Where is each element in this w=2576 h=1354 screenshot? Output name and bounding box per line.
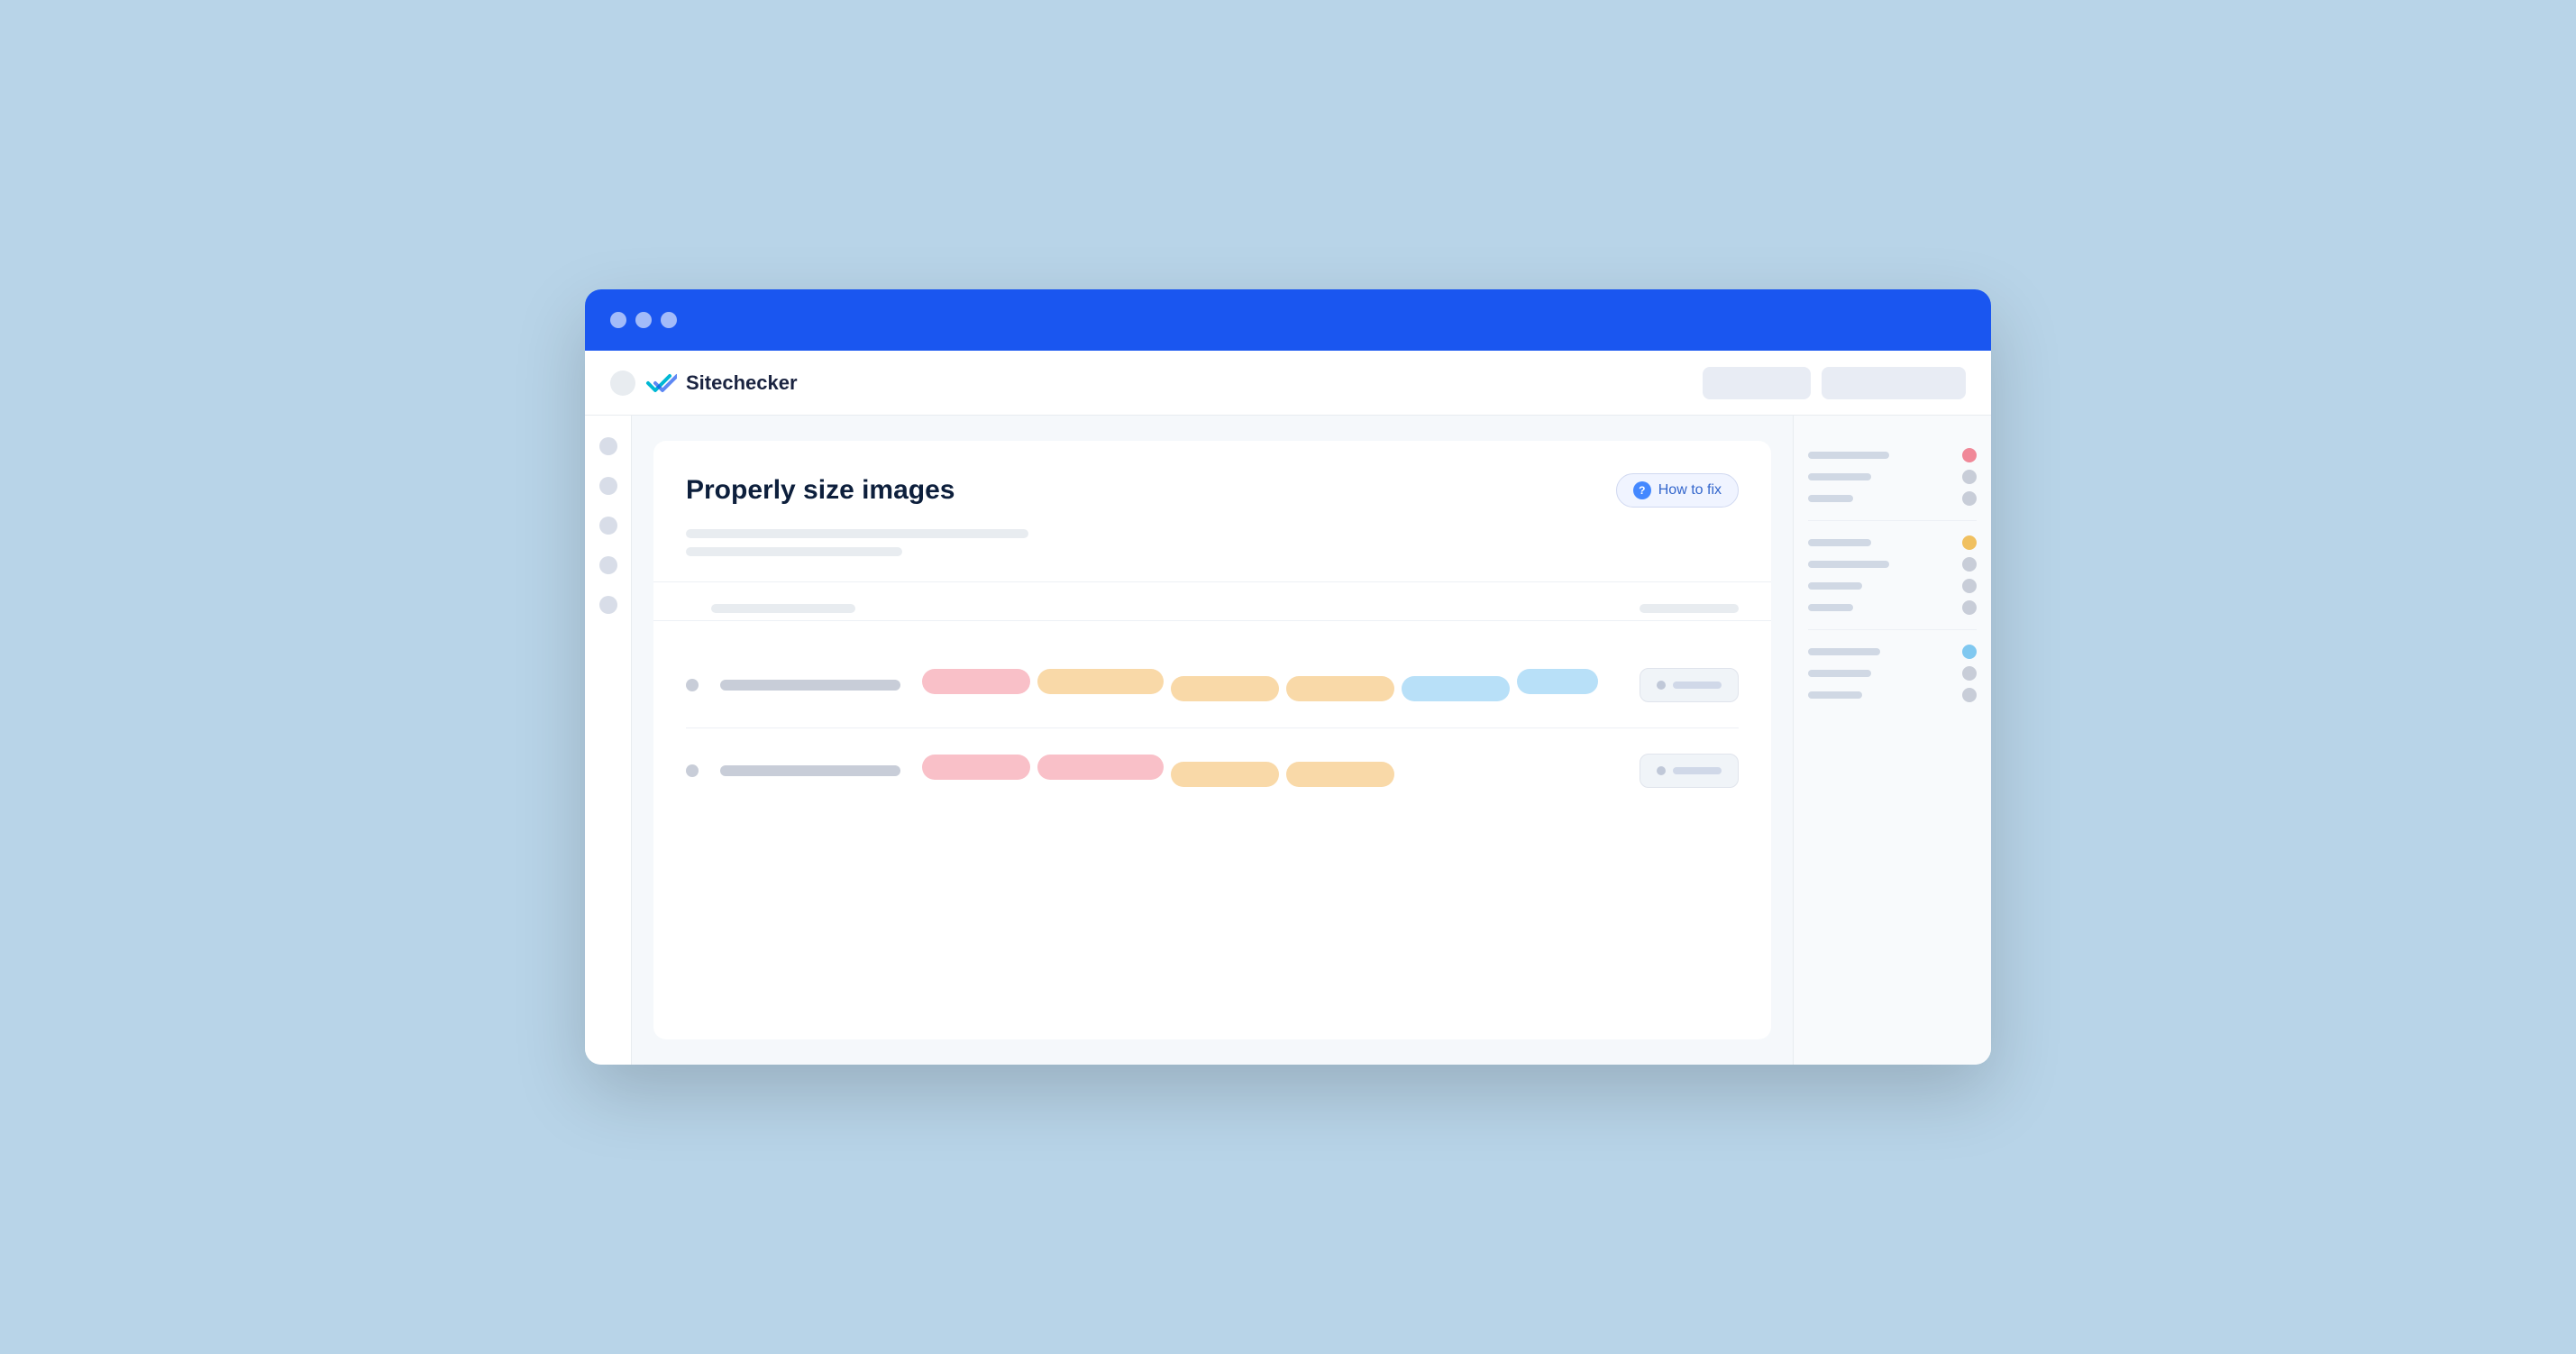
browser-window: Sitechecker Properl	[585, 289, 1991, 1065]
right-item	[1808, 579, 1977, 593]
toolbar-button-2[interactable]	[1822, 367, 1966, 399]
right-bar	[1808, 582, 1862, 590]
divider-2	[653, 620, 1771, 621]
meta-line-1	[686, 529, 1028, 538]
logo-check	[644, 371, 677, 396]
right-item	[1808, 470, 1977, 484]
toolbar-buttons	[1703, 367, 1966, 399]
right-bar	[1808, 604, 1853, 611]
right-dot-blue	[1962, 645, 1977, 659]
question-icon: ?	[1633, 481, 1651, 499]
right-bar	[1808, 452, 1889, 459]
row-tags-2	[922, 755, 1618, 787]
right-section-3	[1808, 630, 1977, 717]
toolbar-button-1[interactable]	[1703, 367, 1811, 399]
right-item	[1808, 645, 1977, 659]
tag-orange-3	[1286, 676, 1394, 701]
browser-content: Sitechecker Properl	[585, 351, 1991, 1065]
main-card: Properly size images ? How to fix	[653, 441, 1771, 1039]
card-header: Properly size images ? How to fix	[686, 473, 1739, 508]
right-bar	[1808, 691, 1862, 699]
right-bar	[1808, 670, 1871, 677]
right-item	[1808, 688, 1977, 702]
table-row	[686, 643, 1739, 728]
traffic-light-maximize[interactable]	[661, 312, 677, 328]
right-item	[1808, 535, 1977, 550]
tag-pink-1	[922, 669, 1030, 694]
tag-orange-5	[1286, 762, 1394, 787]
right-item	[1808, 448, 1977, 462]
right-bar	[1808, 539, 1871, 546]
right-section-1	[1808, 434, 1977, 521]
right-item	[1808, 600, 1977, 615]
right-bar	[1808, 495, 1853, 502]
right-section-2	[1808, 521, 1977, 630]
right-panel	[1793, 416, 1991, 1065]
tag-pink-2	[922, 755, 1030, 780]
meta-lines	[686, 529, 1739, 556]
right-dot-gray	[1962, 557, 1977, 572]
right-item	[1808, 557, 1977, 572]
right-bar	[1808, 561, 1889, 568]
action-bar-1	[1673, 682, 1722, 689]
content-area: Properly size images ? How to fix	[632, 416, 1793, 1065]
logo-text: Sitechecker	[686, 371, 798, 395]
tag-blue-2	[1517, 669, 1598, 694]
sidebar-item-2[interactable]	[599, 477, 617, 495]
tag-orange-1	[1037, 669, 1164, 694]
traffic-light-close[interactable]	[610, 312, 626, 328]
sidebar-item-5[interactable]	[599, 596, 617, 614]
sidebar	[585, 416, 632, 1065]
right-bar	[1808, 648, 1880, 655]
right-item	[1808, 666, 1977, 681]
divider-1	[653, 581, 1771, 582]
sidebar-item-1[interactable]	[599, 437, 617, 455]
traffic-light-minimize[interactable]	[635, 312, 652, 328]
right-dot-gray	[1962, 470, 1977, 484]
table-row	[686, 728, 1739, 813]
row-label-1	[720, 680, 900, 691]
row-action-button-1[interactable]	[1640, 668, 1739, 702]
sidebar-item-4[interactable]	[599, 556, 617, 574]
browser-titlebar	[585, 289, 1991, 351]
logo-area: Sitechecker	[610, 371, 1688, 396]
row-indicator-2	[686, 764, 699, 777]
sidebar-item-3[interactable]	[599, 517, 617, 535]
how-to-fix-button[interactable]: ? How to fix	[1616, 473, 1739, 508]
data-rows	[686, 643, 1739, 813]
action-dot-1	[1657, 681, 1666, 690]
right-dot-gray	[1962, 688, 1977, 702]
action-bar-2	[1673, 767, 1722, 774]
right-bar	[1808, 473, 1871, 480]
tag-pink-3	[1037, 755, 1164, 780]
logo-circle	[610, 371, 635, 396]
browser-toolbar: Sitechecker	[585, 351, 1991, 416]
right-item	[1808, 491, 1977, 506]
right-dot-gray	[1962, 600, 1977, 615]
right-dot-red	[1962, 448, 1977, 462]
browser-main: Properly size images ? How to fix	[585, 416, 1991, 1065]
meta-line-2	[686, 547, 902, 556]
row-tags-1	[922, 669, 1618, 701]
row-indicator-1	[686, 679, 699, 691]
page-title: Properly size images	[686, 475, 955, 506]
row-action-button-2[interactable]	[1640, 754, 1739, 788]
right-dot-gray	[1962, 491, 1977, 506]
right-dot-gray	[1962, 666, 1977, 681]
right-dot-orange	[1962, 535, 1977, 550]
action-dot-2	[1657, 766, 1666, 775]
tag-orange-2	[1171, 676, 1279, 701]
row-label-2	[720, 765, 900, 776]
tag-orange-4	[1171, 762, 1279, 787]
tag-blue-1	[1402, 676, 1510, 701]
right-dot-gray	[1962, 579, 1977, 593]
how-to-fix-label: How to fix	[1658, 482, 1722, 499]
traffic-lights	[610, 312, 677, 328]
